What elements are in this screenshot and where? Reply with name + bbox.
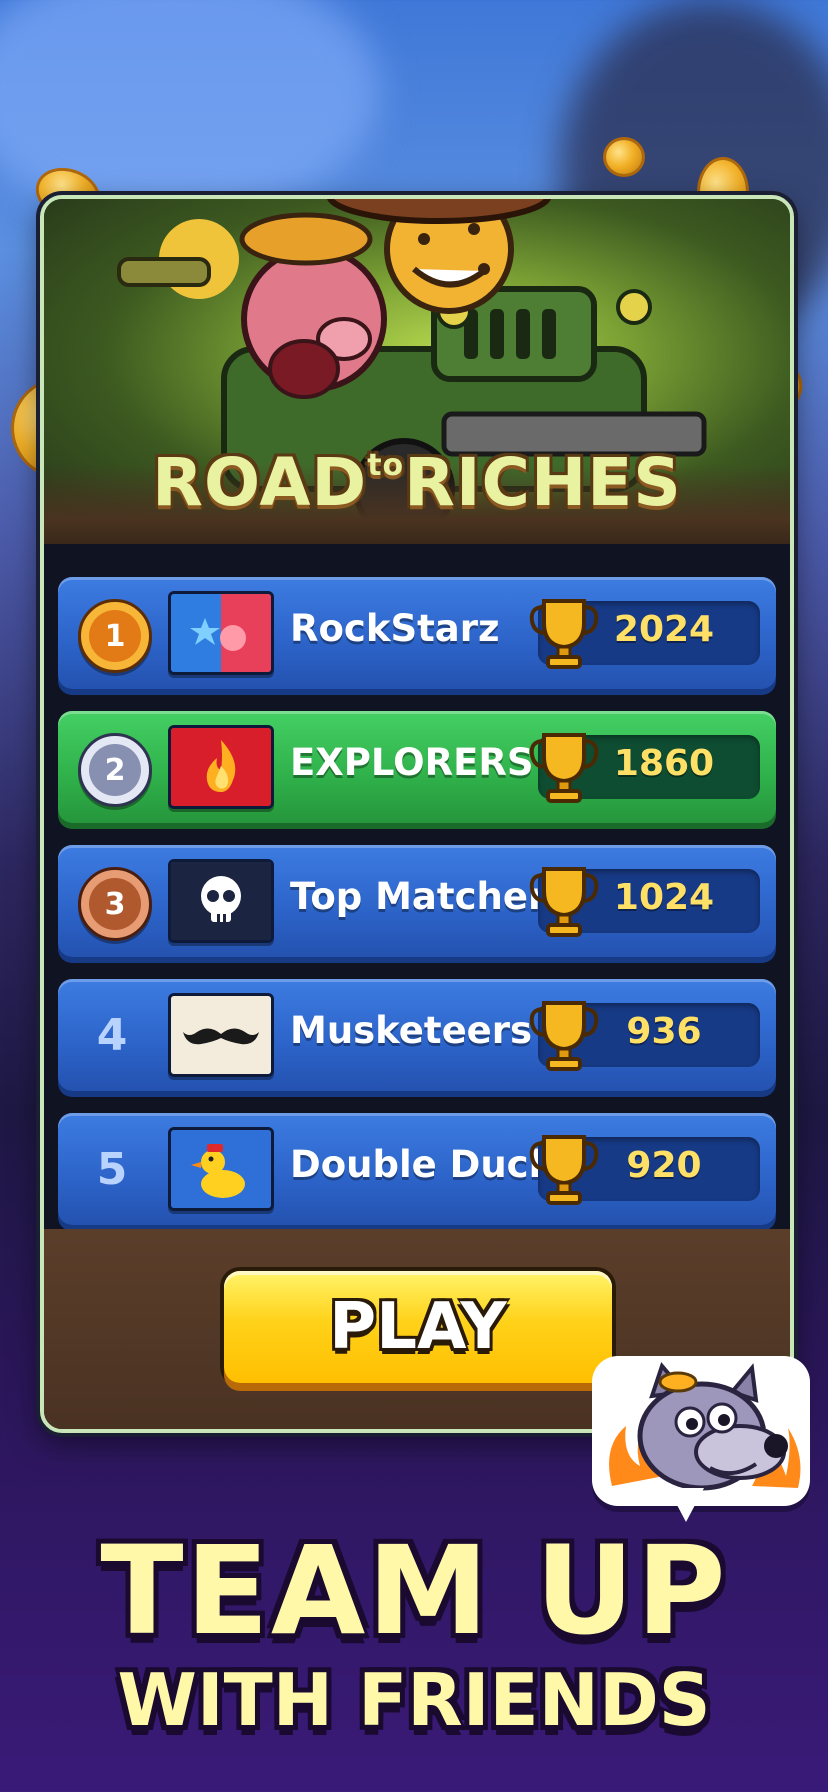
play-button[interactable]: PLAY (224, 1271, 612, 1383)
chat-bubble (592, 1356, 810, 1506)
trophy-icon (529, 1135, 599, 1205)
promo-headline: TEAM UP (100, 1520, 728, 1662)
rank-number: 2 (89, 744, 141, 796)
team-score: 1860 (613, 743, 715, 784)
trophy-icon (529, 1001, 599, 1071)
logo-riches: RICHES (404, 444, 682, 521)
gold-medal-icon: 1 (78, 599, 152, 673)
team-name: Double Duck (290, 1143, 554, 1186)
rank-number: 5 (96, 1143, 128, 1195)
team-score: 1024 (613, 877, 715, 918)
leaderboard-row[interactable]: 3 Top Matchers 1024 (58, 845, 776, 957)
fire-flag-icon (168, 725, 274, 809)
star-flag-icon (168, 591, 274, 675)
bronze-medal-icon: 3 (78, 867, 152, 941)
team-name: RockStarz (290, 607, 500, 650)
logo-road: ROAD (152, 444, 368, 521)
leaderboard-panel: ROADtoRICHES 1 RockStarz 2024 2 EXPLORER… (40, 195, 794, 1433)
leaderboard-row-own-team[interactable]: 2 EXPLORERS 1860 (58, 711, 776, 823)
coin-icon (606, 140, 642, 174)
leaderboard-row[interactable]: 1 RockStarz 2024 (58, 577, 776, 689)
rank-number: 3 (89, 878, 141, 930)
event-logo: ROADtoRICHES (44, 444, 790, 521)
silver-medal-icon: 2 (78, 733, 152, 807)
event-banner: ROADtoRICHES (44, 199, 790, 544)
team-score: 2024 (613, 609, 715, 650)
rank-number: 1 (89, 610, 141, 662)
team-name: Top Matchers (290, 875, 569, 918)
team-score: 936 (626, 1011, 702, 1052)
rank-number: 4 (96, 1009, 128, 1061)
leaderboard-row[interactable]: 4 Musketeers 936 (58, 979, 776, 1091)
team-name: Musketeers (290, 1009, 533, 1052)
team-name: EXPLORERS (290, 741, 534, 784)
chat-bubble-tail (668, 1488, 704, 1522)
skull-flag-icon (168, 859, 274, 943)
mustache-flag-icon (168, 993, 274, 1077)
leaderboard-list: 1 RockStarz 2024 2 EXPLORERS 1860 3 Top … (58, 577, 776, 1247)
team-score: 920 (626, 1145, 702, 1186)
trophy-icon (529, 733, 599, 803)
trophy-icon (529, 867, 599, 937)
wolf-avatar-icon (609, 1361, 801, 1491)
logo-to: to (367, 448, 405, 483)
trophy-icon (529, 599, 599, 669)
duck-flag-icon (168, 1127, 274, 1211)
promo-subheadline: WITH FRIENDS (117, 1658, 711, 1742)
leaderboard-row[interactable]: 5 Double Duck 920 (58, 1113, 776, 1225)
